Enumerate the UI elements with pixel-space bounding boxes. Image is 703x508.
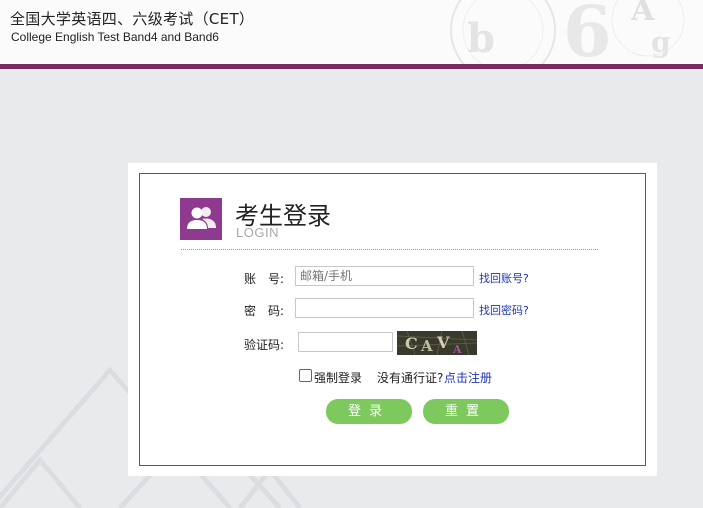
account-label: 账 号: bbox=[244, 272, 285, 286]
captcha-image[interactable]: C A V A bbox=[396, 330, 478, 356]
header-divider bbox=[181, 249, 598, 250]
svg-text:C: C bbox=[405, 334, 418, 353]
login-button[interactable]: 登录 bbox=[326, 399, 412, 424]
site-title-en: College English Test Band4 and Band6 bbox=[11, 30, 219, 44]
header-accent-bar bbox=[0, 64, 703, 69]
register-link[interactable]: 点击注册 bbox=[444, 369, 492, 386]
password-label: 密 码: bbox=[244, 304, 285, 318]
site-header: 全国大学英语四、六级考试（CET） College English Test B… bbox=[0, 0, 703, 64]
password-input[interactable] bbox=[295, 298, 474, 318]
svg-text:A: A bbox=[420, 337, 433, 355]
reset-button[interactable]: 重置 bbox=[423, 399, 509, 424]
user-group-icon bbox=[180, 198, 222, 240]
svg-text:6: 6 bbox=[563, 0, 612, 64]
login-subtitle: LOGIN bbox=[236, 225, 279, 240]
login-card: 考生登录 LOGIN 账 号: 找回账号? 密 码: 找回密码? 验证码: bbox=[128, 163, 657, 476]
find-password-link[interactable]: 找回密码? bbox=[479, 302, 529, 318]
login-card-frame: 考生登录 LOGIN 账 号: 找回账号? 密 码: 找回密码? 验证码: bbox=[139, 173, 646, 466]
force-login-checkbox[interactable] bbox=[299, 369, 312, 382]
site-title-cn: 全国大学英语四、六级考试（CET） bbox=[10, 10, 255, 28]
no-pass-text: 没有通行证? bbox=[377, 371, 444, 385]
header-decoration-graphic: b 6 A g bbox=[450, 0, 685, 64]
captcha-label: 验证码: bbox=[244, 338, 285, 352]
svg-text:b: b bbox=[467, 15, 495, 62]
svg-text:A: A bbox=[452, 343, 462, 355]
find-account-link[interactable]: 找回账号? bbox=[479, 270, 529, 286]
force-login-label: 强制登录 bbox=[314, 371, 363, 385]
account-input[interactable] bbox=[295, 266, 474, 286]
svg-text:A: A bbox=[630, 0, 655, 28]
svg-text:V: V bbox=[436, 333, 450, 352]
captcha-input[interactable] bbox=[298, 332, 393, 352]
